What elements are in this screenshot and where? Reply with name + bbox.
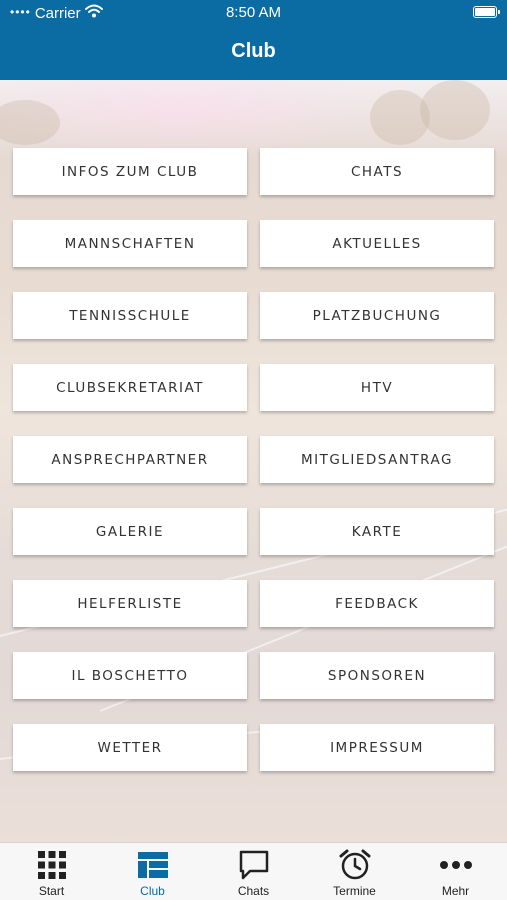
tab-label-mehr: Mehr: [441, 884, 470, 898]
alarm-clock-icon: [337, 849, 373, 881]
menu-button-htv[interactable]: HTV: [260, 364, 494, 411]
status-time: 8:50 AM: [225, 4, 282, 21]
grid-icon: [34, 849, 70, 881]
status-bar: •••• Carrier 8:50 AM: [0, 0, 507, 26]
battery-icon: [473, 6, 500, 18]
page-title: Club: [231, 40, 276, 62]
menu-button-tennisschule[interactable]: TENNISSCHULE: [13, 292, 247, 339]
menu-button-impressum[interactable]: IMPRESSUM: [260, 724, 494, 771]
tab-termine[interactable]: Termine: [304, 843, 405, 900]
more-dots-icon: [438, 849, 474, 881]
menu-button-il-boschetto[interactable]: IL BOSCHETTO: [13, 652, 247, 699]
menu-button-clubsekretariat[interactable]: CLUBSEKRETARIAT: [13, 364, 247, 411]
menu-button-aktuelles[interactable]: AKTUELLES: [260, 220, 494, 267]
header-bar: •••• Carrier 8:50 AM Club: [0, 0, 507, 80]
menu-button-wetter[interactable]: WETTER: [13, 724, 247, 771]
tab-chats[interactable]: Chats: [203, 843, 304, 900]
menu-button-chats[interactable]: CHATS: [260, 148, 494, 195]
tab-label-club: Club: [140, 884, 165, 898]
menu-button-karte[interactable]: KARTE: [260, 508, 494, 555]
tab-mehr[interactable]: Mehr: [405, 843, 506, 900]
menu-button-mitgliedsantrag[interactable]: MITGLIEDSANTRAG: [260, 436, 494, 483]
menu-button-galerie[interactable]: GALERIE: [13, 508, 247, 555]
club-screen: •••• Carrier 8:50 AM Club INFOS ZUM CLUB…: [0, 0, 507, 900]
menu-button-ansprechpartner[interactable]: ANSPRECHPARTNER: [13, 436, 247, 483]
tab-label-chats: Chats: [237, 884, 270, 898]
menu-button-helferliste[interactable]: HELFERLISTE: [13, 580, 247, 627]
chat-bubble-icon: [236, 849, 272, 881]
layout-icon: [135, 849, 171, 881]
tab-club[interactable]: Club: [102, 843, 203, 900]
menu-button-mannschaften[interactable]: MANNSCHAFTEN: [13, 220, 247, 267]
menu-button-infos-zum-club[interactable]: INFOS ZUM CLUB: [13, 148, 247, 195]
menu-button-sponsoren[interactable]: SPONSOREN: [260, 652, 494, 699]
tab-label-start: Start: [38, 884, 65, 898]
tab-start[interactable]: Start: [1, 843, 102, 900]
menu-button-platzbuchung[interactable]: PLATZBUCHUNG: [260, 292, 494, 339]
menu-button-feedback[interactable]: FEEDBACK: [260, 580, 494, 627]
tab-bar: Start Club Chats Termine Mehr: [0, 842, 507, 900]
tab-label-termine: Termine: [333, 884, 376, 898]
